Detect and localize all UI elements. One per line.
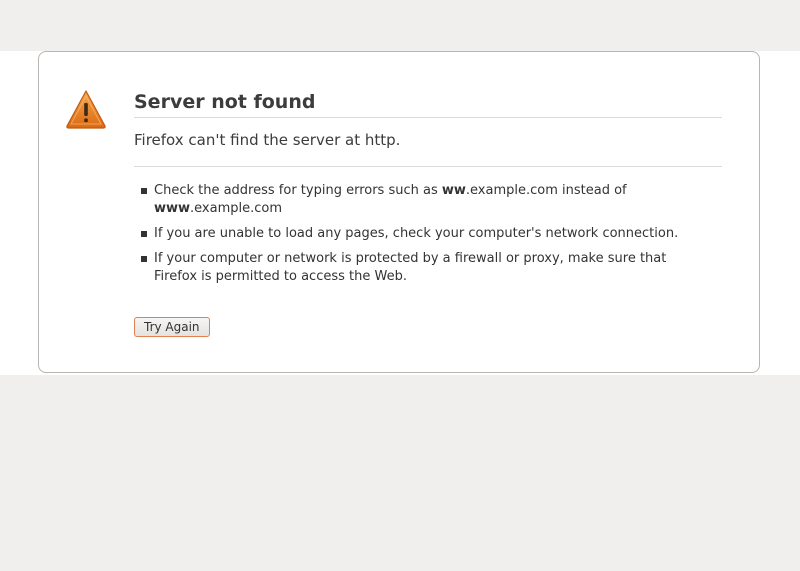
suggestion-item: If your computer or network is protected… — [141, 250, 674, 286]
bullet — [141, 256, 147, 262]
warning-triangle-icon — [66, 90, 106, 129]
bullet — [141, 231, 147, 237]
suggestion-item: Check the address for typing errors such… — [141, 182, 694, 218]
suggestion-text: .example.com instead of — [465, 183, 627, 198]
page: Server not found Firefox can't find the … — [0, 0, 800, 571]
suggestion-text: .example.com — [190, 201, 283, 216]
error-title: Server not found — [134, 90, 722, 118]
suggestion-text: If you are unable to load any pages, che… — [154, 226, 679, 241]
error-message: Firefox can't find the server at http. — [134, 131, 401, 149]
try-again-button[interactable]: Try Again — [134, 317, 210, 337]
suggestion-item: If you are unable to load any pages, che… — [141, 225, 694, 243]
suggestions-list: Check the address for typing errors such… — [141, 182, 694, 293]
suggestion-text: Check the address for typing errors such… — [154, 183, 442, 198]
bullet — [141, 188, 147, 194]
error-page-container: Server not found Firefox can't find the … — [38, 51, 760, 373]
suggestion-bold: www — [154, 201, 191, 216]
suggestion-text: If your computer or network is protected… — [154, 251, 667, 284]
suggestion-bold: ww — [441, 183, 466, 198]
divider — [134, 166, 722, 167]
